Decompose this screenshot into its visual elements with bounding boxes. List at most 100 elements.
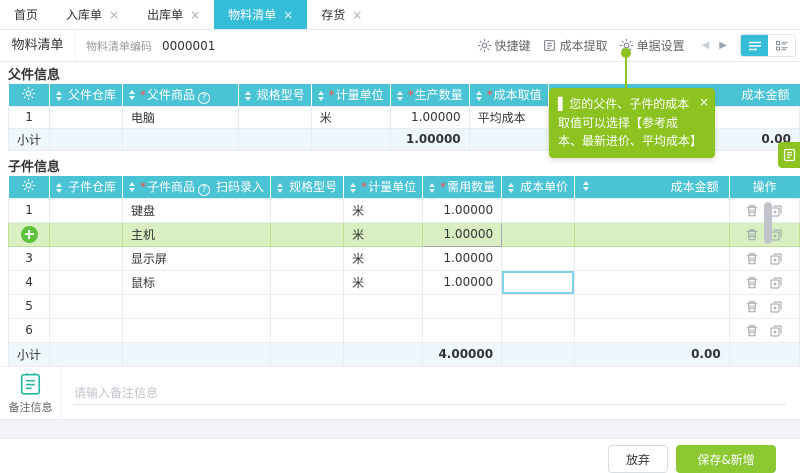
next-arrow-icon[interactable]: ▶ [719,40,727,51]
column-settings-header[interactable] [8,84,51,106]
header-parent-unit[interactable]: *计量单位 [311,84,391,106]
tab-outbound[interactable]: 出库单 × [133,0,214,29]
cell-product[interactable] [122,293,272,319]
sort-icon[interactable] [277,182,284,193]
delete-row-icon[interactable] [746,252,758,265]
header-parent-qty[interactable]: *生产数量 [390,84,470,106]
cell-parent-unit[interactable]: 米 [310,105,391,129]
cell-warehouse[interactable] [49,197,124,223]
cell-product[interactable] [122,317,272,343]
shortcut-keys-button[interactable]: 快捷键 [477,37,531,54]
sort-icon[interactable] [475,90,482,101]
cell-unit[interactable] [343,293,424,319]
save-and-new-button[interactable]: 保存&新增 [676,445,776,473]
header-parent-warehouse[interactable]: 父件仓库 [49,84,124,106]
cell-product[interactable]: 显示屏 [122,245,272,271]
sort-icon[interactable] [350,182,357,193]
column-settings-header[interactable] [8,176,51,198]
sort-icon[interactable] [508,182,515,193]
cell-warehouse[interactable] [49,269,124,295]
copy-row-icon[interactable] [770,325,782,337]
header-child-amount[interactable]: 成本金额 [574,176,730,198]
header-parent-cost-mode[interactable]: *成本取值 [469,84,549,106]
cell-price[interactable] [501,245,576,271]
sort-icon[interactable] [129,90,136,100]
cell-price[interactable] [501,221,576,247]
cell-spec[interactable] [270,293,345,319]
cell-product[interactable]: 主机 [122,221,272,247]
cell-qty[interactable]: 1.00000 [422,197,503,223]
header-child-product[interactable]: *子件商品? 扫码录入 [122,176,272,198]
close-icon[interactable]: × [109,8,119,22]
tab-bom-active[interactable]: 物料清单 × [214,0,308,29]
side-panel-tab[interactable] [778,142,800,168]
cell-spec[interactable] [270,197,345,223]
header-child-qty[interactable]: *需用数量 [422,176,503,198]
cell-spec[interactable] [270,245,345,271]
header-child-unit[interactable]: *计量单位 [343,176,424,198]
sort-icon[interactable] [129,182,136,192]
close-icon[interactable]: × [352,8,362,22]
cell-warehouse[interactable] [49,245,124,271]
header-child-price[interactable]: 成本单价 [501,176,576,198]
doc-subtab[interactable]: 物料清单 [0,30,76,61]
copy-row-icon[interactable] [770,253,782,265]
scan-entry-link[interactable]: 扫码录入 [216,180,264,194]
cell-parent-cost-mode[interactable]: 平均成本 [468,105,549,129]
cell-price-focused[interactable] [501,269,576,295]
cell-unit[interactable]: 米 [343,197,424,223]
cell-price[interactable] [501,317,576,343]
copy-row-icon[interactable] [770,205,782,217]
cell-parent-spec[interactable] [237,105,312,129]
cell-product[interactable]: 鼠标 [122,269,272,295]
delete-row-icon[interactable] [746,204,758,217]
tab-inventory[interactable]: 存货 × [307,0,376,29]
cell-spec[interactable] [270,269,345,295]
copy-row-icon[interactable] [770,277,782,289]
vertical-scrollbar-thumb[interactable] [764,202,772,244]
sort-icon[interactable] [244,90,251,101]
cell-parent-product[interactable]: 电脑 [122,105,239,129]
delete-row-icon[interactable] [746,300,758,313]
cost-extract-button[interactable]: 成本提取 [543,37,608,54]
delete-row-icon[interactable] [746,324,758,337]
header-parent-spec[interactable]: 规格型号 [238,84,312,106]
prev-arrow-icon[interactable]: ◀ [702,40,710,51]
sort-icon[interactable] [56,182,63,193]
cell-parent-warehouse[interactable] [49,105,124,129]
cell-warehouse[interactable] [49,317,124,343]
cell-spec[interactable] [270,317,345,343]
cell-qty[interactable] [422,293,503,319]
cell-product[interactable]: 键盘 [122,197,272,223]
cell-unit[interactable]: 米 [343,269,424,295]
card-view-toggle[interactable] [768,35,795,56]
cell-qty[interactable] [422,317,503,343]
delete-row-icon[interactable] [746,276,758,289]
cell-warehouse[interactable] [49,293,124,319]
sort-icon[interactable] [583,181,590,191]
add-row-icon[interactable] [20,225,38,243]
header-child-warehouse[interactable]: 子件仓库 [49,176,124,198]
header-parent-product[interactable]: *父件商品? [122,84,239,106]
note-input[interactable] [74,381,786,405]
list-view-toggle[interactable] [741,35,768,56]
header-child-spec[interactable]: 规格型号 [270,176,345,198]
cell-unit[interactable]: 米 [343,221,424,247]
cell-parent-qty[interactable]: 1.00000 [389,105,470,129]
cell-price[interactable] [501,197,576,223]
help-icon[interactable]: ? [198,92,211,104]
close-icon[interactable]: × [190,8,200,22]
delete-row-icon[interactable] [746,228,758,241]
discard-button[interactable]: 放弃 [608,445,668,473]
tab-home[interactable]: 首页 [0,0,52,29]
copy-row-icon[interactable] [770,229,782,241]
sort-icon[interactable] [317,90,324,101]
cell-qty[interactable]: 1.00000 [422,269,503,295]
cell-unit[interactable] [343,317,424,343]
cell-qty[interactable]: 1.00000 [422,221,503,247]
cell-price[interactable] [501,293,576,319]
close-icon[interactable]: × [699,93,709,112]
sort-icon[interactable] [396,90,403,101]
cell-unit[interactable]: 米 [343,245,424,271]
cell-warehouse[interactable] [49,221,124,247]
